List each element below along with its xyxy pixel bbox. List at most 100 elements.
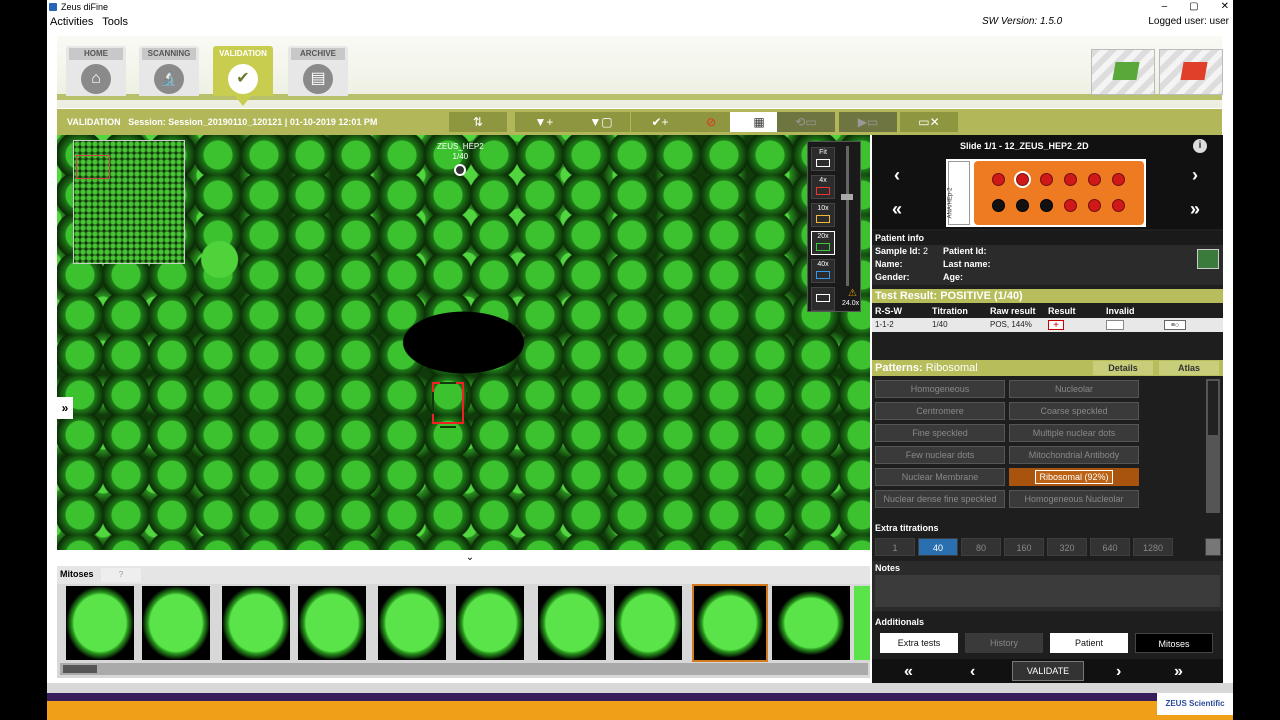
titration-320[interactable]: 320 bbox=[1047, 538, 1087, 556]
zoom-slider[interactable] bbox=[841, 146, 853, 286]
pattern-fine-speckled[interactable]: Fine speckled bbox=[875, 424, 1005, 442]
maximize-icon[interactable]: ▢ bbox=[1189, 0, 1198, 14]
mitosis-thumbnail[interactable] bbox=[298, 586, 366, 660]
last-slide-icon[interactable]: » bbox=[1190, 199, 1200, 220]
well-12[interactable] bbox=[992, 199, 1005, 212]
filter-add-button[interactable]: ▼+ bbox=[515, 112, 573, 132]
zoom-slider-handle[interactable] bbox=[841, 194, 853, 200]
nav-tab-validation[interactable]: VALIDATION ✔ bbox=[213, 46, 273, 106]
minimize-icon[interactable]: – bbox=[1162, 0, 1168, 14]
pattern-nuclear-membrane[interactable]: Nuclear Membrane bbox=[875, 468, 1005, 486]
invalid-checkbox[interactable] bbox=[1106, 320, 1124, 330]
titration-40[interactable]: 40 bbox=[918, 538, 958, 556]
zoom-4x-button[interactable]: 4x bbox=[811, 175, 835, 199]
scrollbar-thumb[interactable] bbox=[1208, 381, 1218, 435]
overview-thumbnail[interactable] bbox=[73, 140, 185, 264]
nav-tab-archive[interactable]: ARCHIVE ▤ bbox=[288, 46, 348, 96]
titration-1[interactable]: 1 bbox=[875, 538, 915, 556]
zoom-20x-button[interactable]: 20x bbox=[811, 231, 835, 255]
pattern-centromere[interactable]: Centromere bbox=[875, 402, 1005, 420]
well-5[interactable] bbox=[1088, 173, 1101, 186]
notes-textarea[interactable] bbox=[875, 575, 1220, 607]
next-well-icon[interactable]: › bbox=[1192, 165, 1198, 186]
microscope-image-viewer[interactable]: ZEUS_HEP2 1/40 » Fit 4x 10x 20x 40x ⚠ 24… bbox=[57, 135, 870, 550]
mitosis-thumbnail[interactable] bbox=[378, 586, 446, 660]
mitosis-thumbnail[interactable] bbox=[456, 586, 524, 660]
well-9[interactable] bbox=[1064, 199, 1077, 212]
history-button[interactable]: History bbox=[965, 633, 1043, 653]
help-button[interactable]: ? bbox=[101, 568, 141, 582]
pattern-coarse-speckled[interactable]: Coarse speckled bbox=[1009, 402, 1139, 420]
pattern-homogeneous[interactable]: Homogeneous bbox=[875, 380, 1005, 398]
table-row[interactable]: 1-1-2 1/40 POS, 144% + ≡○ bbox=[872, 318, 1223, 332]
report-icon[interactable]: ≡○ bbox=[1164, 320, 1186, 330]
well-2[interactable] bbox=[1014, 171, 1031, 188]
mitosis-thumbnail[interactable] bbox=[142, 586, 210, 660]
patient-details-button[interactable] bbox=[1197, 249, 1219, 269]
well-10[interactable] bbox=[1040, 199, 1053, 212]
keyboard-green-key-button[interactable] bbox=[1091, 49, 1155, 95]
titration-80[interactable]: 80 bbox=[961, 538, 1001, 556]
zoom-fit-button[interactable]: Fit bbox=[811, 147, 835, 171]
titration-scroll[interactable] bbox=[1205, 538, 1221, 556]
mitosis-thumbnail[interactable] bbox=[854, 586, 870, 660]
pattern-multiple-nuclear-dots[interactable]: Multiple nuclear dots bbox=[1009, 424, 1139, 442]
well-8[interactable] bbox=[1088, 199, 1101, 212]
prev-well-icon[interactable]: ‹ bbox=[894, 165, 900, 186]
pattern-few-nuclear-dots[interactable]: Few nuclear dots bbox=[875, 446, 1005, 464]
mitosis-thumbnail[interactable] bbox=[222, 586, 290, 660]
snapshot-button[interactable] bbox=[811, 287, 835, 311]
pattern-mitochondrial-antibody[interactable]: Mitochondrial Antibody bbox=[1009, 446, 1139, 464]
validate-button[interactable]: VALIDATE bbox=[1012, 661, 1084, 681]
well-3[interactable] bbox=[1040, 173, 1053, 186]
well-1[interactable] bbox=[992, 173, 1005, 186]
viewport-indicator[interactable] bbox=[76, 155, 110, 179]
well-6[interactable] bbox=[1112, 173, 1125, 186]
mitosis-thumbnail[interactable] bbox=[772, 586, 850, 660]
menu-activities[interactable]: Activities bbox=[50, 16, 93, 28]
scrollbar-thumb[interactable] bbox=[63, 665, 97, 673]
well-11[interactable] bbox=[1016, 199, 1029, 212]
positive-result-icon[interactable]: + bbox=[1048, 320, 1064, 331]
next-sample-icon[interactable]: › bbox=[1116, 663, 1121, 681]
mitosis-thumbnail[interactable] bbox=[66, 586, 134, 660]
patient-button[interactable]: Patient bbox=[1050, 633, 1128, 653]
titration-160[interactable]: 160 bbox=[1004, 538, 1044, 556]
menu-tools[interactable]: Tools bbox=[102, 16, 128, 28]
extra-tests-button[interactable]: Extra tests bbox=[880, 633, 958, 653]
mitosis-thumbnail-selected[interactable] bbox=[692, 584, 768, 662]
check-add-button[interactable]: ✔+ bbox=[631, 112, 689, 132]
first-slide-icon[interactable]: « bbox=[892, 199, 902, 220]
mitosis-thumbnail[interactable] bbox=[614, 586, 682, 660]
zoom-10x-button[interactable]: 10x bbox=[811, 203, 835, 227]
prev-sample-icon[interactable]: ‹ bbox=[970, 663, 975, 681]
titration-640[interactable]: 640 bbox=[1090, 538, 1130, 556]
last-sample-icon[interactable]: » bbox=[1174, 663, 1183, 681]
tab-details[interactable]: Details bbox=[1093, 361, 1153, 375]
patterns-scrollbar[interactable] bbox=[1206, 379, 1220, 513]
nav-tab-scanning[interactable]: SCANNING 🔬 bbox=[139, 46, 199, 96]
mitosis-thumbnail[interactable] bbox=[538, 586, 606, 660]
close-card-button[interactable]: ▭✕ bbox=[900, 112, 958, 132]
play-list-button[interactable]: ▶▭ bbox=[839, 112, 897, 132]
titration-1280[interactable]: 1280 bbox=[1133, 538, 1173, 556]
pattern-nucleolar[interactable]: Nucleolar bbox=[1009, 380, 1139, 398]
slide-image[interactable]: ANA/HEp-2 bbox=[946, 159, 1146, 227]
filter-copy-button[interactable]: ▼▢ bbox=[572, 112, 630, 132]
pattern-ribosomal[interactable]: Ribosomal (92%) bbox=[1009, 468, 1139, 486]
well-7[interactable] bbox=[1112, 199, 1125, 212]
mitoses-scrollbar[interactable] bbox=[60, 663, 868, 675]
link-button[interactable]: ⟲▭ bbox=[777, 112, 835, 132]
nav-tab-home[interactable]: HOME ⌂ bbox=[66, 46, 126, 96]
mitoses-button[interactable]: Mitoses bbox=[1135, 633, 1213, 653]
info-icon[interactable]: i bbox=[1193, 139, 1207, 153]
keyboard-red-key-button[interactable] bbox=[1159, 49, 1223, 95]
close-icon[interactable]: ✕ bbox=[1221, 0, 1229, 14]
pattern-nuclear-dense-fine-speckled[interactable]: Nuclear dense fine speckled bbox=[875, 490, 1005, 508]
sort-button[interactable]: ⇅ bbox=[449, 112, 507, 132]
zoom-40x-button[interactable]: 40x bbox=[811, 259, 835, 283]
pattern-homogeneous-nucleolar[interactable]: Homogeneous Nucleolar bbox=[1009, 490, 1139, 508]
well-4[interactable] bbox=[1064, 173, 1077, 186]
tab-atlas[interactable]: Atlas bbox=[1159, 361, 1219, 375]
expand-panel-button[interactable]: » bbox=[57, 397, 73, 419]
